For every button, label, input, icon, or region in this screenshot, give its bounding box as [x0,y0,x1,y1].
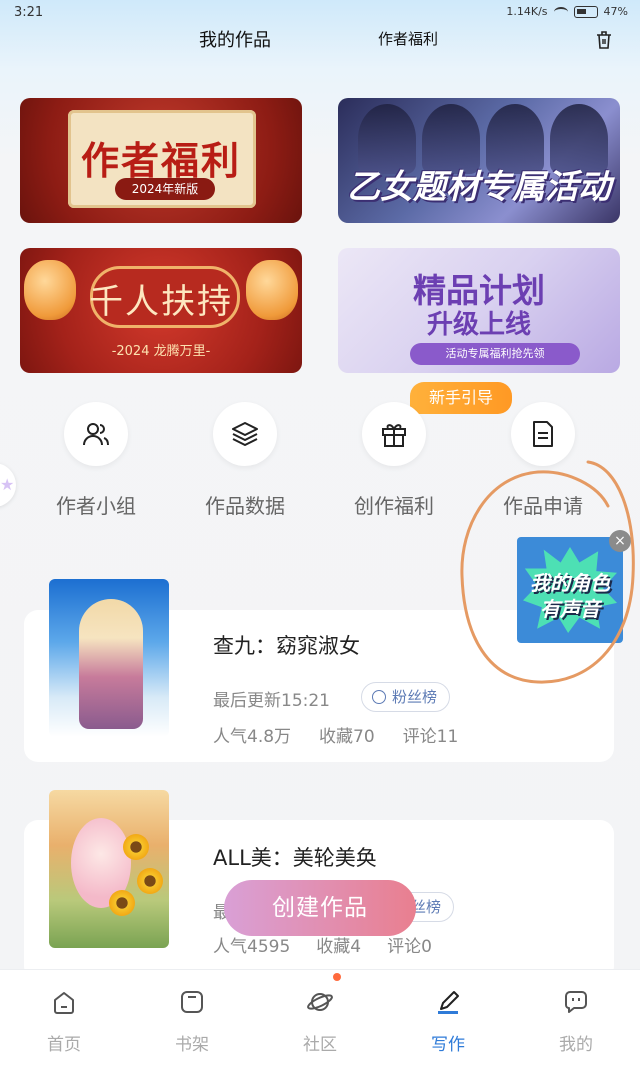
nav-home[interactable]: 首页 [14,970,114,1067]
notification-dot [333,973,341,981]
bottom-nav: 首页 书架 社区 写作 我的 [0,970,640,1067]
entry-label-creation-benefit: 创作福利 [354,494,434,518]
sunflower-decoration [109,890,135,916]
cover-illustration [79,599,143,729]
nav-bookshelf[interactable]: 书架 [142,970,242,1067]
nav-label: 社区 [303,1035,337,1055]
trash-icon[interactable] [595,30,613,50]
document-icon [533,421,553,447]
network-speed: 1.14K/s [506,5,548,18]
create-work-button[interactable]: 创建作品 [224,880,416,936]
wifi-icon [553,6,568,17]
pen-icon [438,991,459,1014]
fans-ranking-label: 粉丝榜 [392,688,438,706]
group-icon [83,423,109,446]
tab-my-works[interactable]: 我的作品 [199,26,271,52]
newbie-guide-badge[interactable]: 新手引导 [410,382,512,414]
banner-subtitle: 2024年新版 [115,178,215,200]
annotation-circle [460,460,635,684]
header: 我的作品 作者福利 [0,26,640,56]
work-popularity: 人气4.8万 [213,727,292,747]
work-cover-image[interactable] [49,579,169,737]
banner-title-line2: 升级上线 [426,310,531,340]
banner-thousand-support[interactable]: 千人扶持 -2024 龙腾万里- [20,248,302,373]
work-favorites: 收藏70 [319,727,375,747]
sunflower-decoration [137,868,163,894]
bookshelf-icon [181,991,203,1013]
star-icon: ★ [0,475,15,494]
layers-icon [232,422,258,446]
work-cover-image[interactable] [49,790,169,948]
work-stats: 人气4.8万 收藏70 评论11 [213,722,458,747]
work-comments: 评论0 [387,937,432,957]
battery-percent: 47% [603,5,628,18]
banner-subtitle: -2024 龙腾万里- [111,344,211,359]
work-title[interactable]: 查九：窈窕淑女 [213,630,360,660]
nav-writing[interactable]: 写作 [398,970,498,1067]
home-icon [54,992,74,1014]
banner-premium-plan[interactable]: 精品计划 升级上线 活动专属福利抢先领 [338,248,620,373]
banner-title: 千人扶持 [89,282,233,322]
gift-icon [382,424,406,447]
battery-icon [573,5,598,18]
chat-icon [565,991,587,1013]
entry-label-works-data: 作品数据 [205,494,285,518]
sunflower-decoration [123,834,149,860]
banner-title: 作者福利 [80,139,241,183]
person-icon [372,690,386,704]
banner-otome-event[interactable]: 乙女题材专属活动 [338,98,620,223]
nav-label: 我的 [559,1035,593,1055]
banner-author-benefit[interactable]: 作者福利 2024年新版 [20,98,302,223]
status-indicators: 1.14K/s 47% [506,5,628,18]
status-time: 3:21 [14,5,44,20]
nav-community[interactable]: 社区 [270,970,370,1067]
nav-label: 写作 [431,1035,465,1055]
nav-label: 首页 [47,1035,81,1055]
nav-label: 书架 [175,1035,209,1055]
work-last-updated: 最后更新15:21 [213,691,330,711]
work-comments: 评论11 [402,727,459,747]
creation-benefit-button[interactable] [362,402,426,466]
works-data-button[interactable] [213,402,277,466]
author-group-button[interactable] [64,402,128,466]
entry-label-author-group: 作者小组 [56,494,136,518]
status-bar: 3:21 1.14K/s 47% [0,0,640,26]
planet-icon [307,993,333,1011]
tab-author-benefit[interactable]: 作者福利 [378,28,438,49]
work-title[interactable]: ALL美：美轮美奂 [213,842,377,872]
banner-title: 乙女题材专属活动 [347,167,611,206]
fans-ranking-button[interactable]: 粉丝榜 [361,682,451,712]
nav-me[interactable]: 我的 [526,970,626,1067]
banner-subtitle: 活动专属福利抢先领 [410,343,580,365]
